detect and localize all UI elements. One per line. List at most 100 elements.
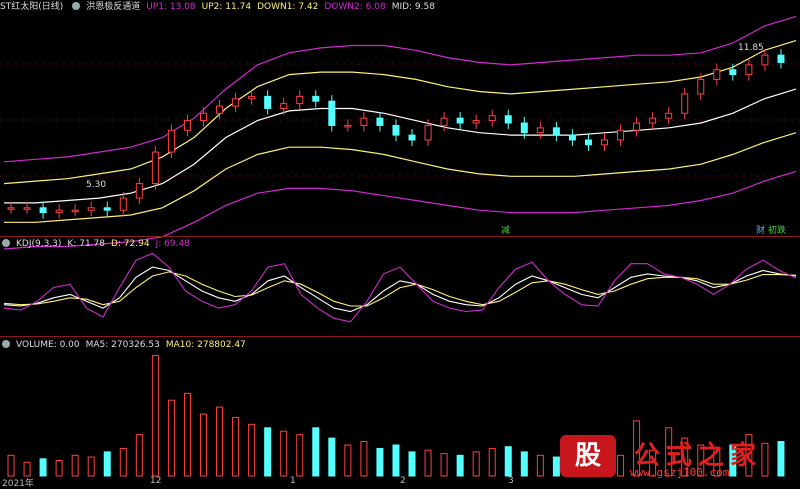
- candle-body-35: [568, 134, 576, 141]
- volume-bar-22: [360, 441, 368, 477]
- candle-body-43: [697, 78, 705, 95]
- candle-body-21: [344, 124, 352, 128]
- volume-bar-11: [183, 392, 191, 477]
- stock-title: ST红太阳(日线): [0, 2, 64, 12]
- candle-body-9: [151, 151, 159, 185]
- volume-ma5: MA5: 270326.53: [85, 340, 160, 350]
- date-label-1: 1: [290, 476, 296, 486]
- volume-bar-15: [248, 423, 256, 477]
- candle-body-41: [665, 112, 673, 119]
- candle-body-17: [280, 103, 288, 109]
- candle-body-24: [392, 124, 400, 136]
- volume-bar-19: [312, 427, 320, 477]
- candle-body-15: [248, 95, 256, 100]
- kdj-settings-circle-icon[interactable]: [2, 239, 10, 247]
- candle-body-44: [713, 69, 721, 80]
- indicator-name: 洪恩极反通道: [86, 2, 141, 12]
- candle-body-38: [617, 129, 625, 141]
- volume-bar-8: [135, 434, 143, 477]
- volume-bar-20: [328, 437, 336, 477]
- volume-bar-26: [424, 449, 432, 477]
- candle-body-2: [39, 207, 47, 214]
- candle-body-11: [183, 120, 191, 131]
- volume-bar-32: [520, 451, 528, 477]
- candle-body-42: [681, 93, 689, 114]
- volume-bar-1: [23, 461, 31, 477]
- volume-bar-18: [296, 434, 304, 477]
- date-label-3: 3: [508, 476, 514, 486]
- candle-body-20: [328, 100, 336, 126]
- volume-bar-29: [472, 451, 480, 477]
- volume-bar-2: [39, 458, 47, 477]
- candle-body-27: [440, 117, 448, 126]
- down2-value: DOWN2: 6.08: [324, 2, 386, 12]
- volume-bar-10: [167, 399, 175, 477]
- candle-body-5: [87, 207, 95, 211]
- candle-body-23: [376, 117, 384, 126]
- settings-circle-icon[interactable]: [72, 2, 81, 10]
- volume-bar-13: [216, 406, 224, 477]
- band-up1: [3, 15, 797, 163]
- candle-body-14: [232, 98, 240, 107]
- volume-header: VOLUME: 0.00 MA5: 270326.53 MA10: 278802.4…: [0, 339, 252, 352]
- kdj-d-value: D: 72.94: [110, 239, 150, 249]
- volume-title: VOLUME: 0.00: [16, 340, 80, 350]
- candle-body-0: [7, 207, 15, 210]
- candle-body-47: [761, 54, 769, 66]
- candle-body-4: [71, 209, 79, 213]
- up2-value: UP2: 11.74: [201, 2, 252, 12]
- candle-body-25: [408, 134, 416, 141]
- candle-body-48: [777, 54, 785, 63]
- band-up2: [3, 40, 797, 185]
- volume-bar-23: [376, 447, 384, 477]
- volume-bar-25: [408, 451, 416, 477]
- candle-body-45: [729, 69, 737, 76]
- candle-body-33: [536, 127, 544, 134]
- date-label-12: 12: [150, 476, 162, 486]
- band-mid: [4, 88, 797, 204]
- kdj-lines: [3, 252, 797, 323]
- candle-body-19: [312, 95, 320, 102]
- volume-bar-30: [488, 447, 496, 477]
- candle-body-39: [633, 122, 641, 131]
- candle-body-26: [424, 124, 432, 141]
- volume-bar-6: [103, 451, 111, 477]
- candle-body-16: [264, 95, 272, 109]
- volume-bar-5: [87, 456, 95, 477]
- volume-bar-31: [504, 446, 512, 477]
- volume-bar-3: [55, 460, 63, 477]
- candle-body-6: [103, 207, 111, 211]
- candle-body-1: [23, 207, 31, 210]
- low-price-label: 5.30: [86, 180, 107, 190]
- candle-body-34: [552, 127, 560, 136]
- main-header: ST红太阳(日线) 洪恩极反通道 UP1: 13.08 UP2: 11.74 DOWN1…: [0, 1, 441, 14]
- watermark-logo: 股: [560, 435, 616, 477]
- volume-bar-33: [536, 454, 544, 477]
- panel-separator-2: [0, 336, 800, 337]
- watermark: 股 公式之家 www.gszj100.com: [556, 433, 796, 483]
- date-label-2: 2: [400, 476, 406, 486]
- candle-body-7: [119, 197, 127, 211]
- candle-body-37: [601, 139, 609, 146]
- volume-bar-7: [119, 447, 127, 477]
- volume-bar-14: [232, 416, 240, 477]
- mid-value: MID: 9.58: [391, 2, 435, 12]
- candle-body-36: [584, 139, 592, 146]
- volume-bar-12: [199, 413, 207, 477]
- candle-body-22: [360, 117, 368, 126]
- volume-bar-9: [151, 354, 159, 477]
- candle-body-13: [216, 105, 224, 114]
- candle-body-46: [745, 64, 753, 76]
- panel-separator-1: [0, 236, 800, 237]
- volume-bar-24: [392, 444, 400, 477]
- grid-lines: [0, 63, 800, 177]
- volume-settings-circle-icon[interactable]: [2, 340, 10, 348]
- candle-body-10: [167, 129, 175, 153]
- volume-bar-28: [456, 454, 464, 477]
- high-price-label: 11.85: [738, 43, 764, 53]
- kdj-j-value: J: 69.48: [155, 239, 190, 249]
- kdj-k-value: K: 71.78: [67, 239, 105, 249]
- candle-body-3: [55, 209, 63, 214]
- candle-body-32: [520, 122, 528, 134]
- down1-value: DOWN1: 7.42: [257, 2, 319, 12]
